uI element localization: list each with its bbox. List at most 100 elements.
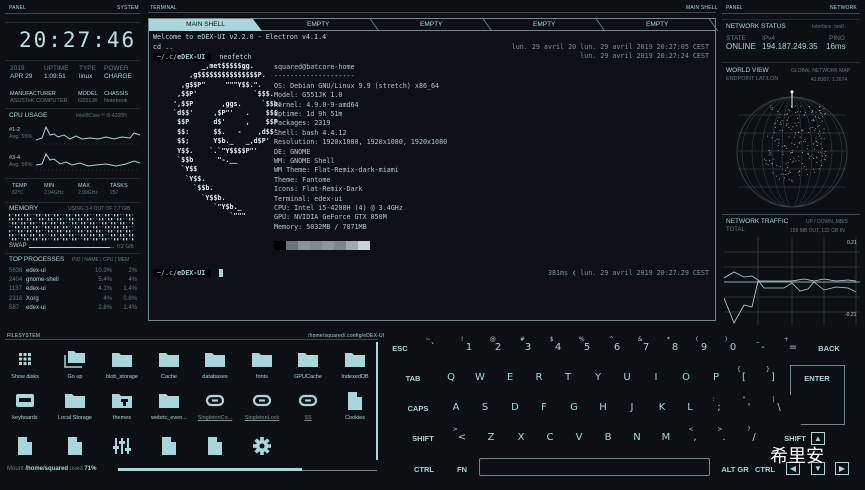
key-[interactable]: ;: <box>712 396 720 413</box>
key-c[interactable]: C <box>547 432 554 443</box>
clock: 20:27:46 <box>19 28 137 52</box>
key-l[interactable]: L <box>687 402 693 413</box>
key-k[interactable]: K <box>659 402 666 413</box>
file-item[interactable]: webrtc_even... <box>146 391 192 421</box>
key-r[interactable]: R <box>536 372 543 383</box>
key-[interactable]: ]} <box>766 366 775 383</box>
file-item[interactable]: SingletonCo... <box>192 391 238 421</box>
key-[interactable]: \ | <box>772 396 780 413</box>
key-5[interactable]: 5% <box>579 336 590 353</box>
interface: Interface: tun0 <box>812 24 844 30</box>
key-w[interactable]: W <box>475 372 485 383</box>
scrollbar[interactable] <box>376 342 378 460</box>
key-[interactable]: /? <box>747 426 755 443</box>
file-item[interactable]: Go up <box>52 350 98 380</box>
file-label: webrtc_even... <box>151 415 187 421</box>
file-item[interactable]: keyboards <box>2 391 48 421</box>
file-item[interactable]: blob_storage <box>99 350 145 380</box>
key-[interactable]: < > <box>453 426 466 443</box>
key-back[interactable]: BACK <box>818 344 840 353</box>
tab-main-shell[interactable]: MAIN SHELL <box>149 19 262 31</box>
file-item[interactable]: themes <box>99 391 145 421</box>
key-g[interactable]: G <box>570 402 578 413</box>
file-item[interactable] <box>146 436 192 456</box>
file-item[interactable]: GPUCache <box>285 350 331 380</box>
key-2[interactable]: 2 @ <box>490 336 501 353</box>
key-b[interactable]: B <box>605 432 612 443</box>
file-item[interactable]: Cookies <box>332 391 378 421</box>
key-[interactable]: ' " <box>743 396 751 413</box>
file-item[interactable] <box>52 436 98 456</box>
key-caps[interactable]: CAPS <box>408 404 429 413</box>
prompt-line[interactable]: ~/.c/eDEX-UI <box>153 269 224 277</box>
key-[interactable]: = + <box>784 336 797 353</box>
key-a[interactable]: A <box>453 402 460 413</box>
tab-empty-4[interactable]: EMPTY <box>596 19 719 31</box>
key-t[interactable]: T <box>565 372 571 383</box>
key-d[interactable]: D <box>511 402 519 413</box>
key-fn[interactable]: FN <box>457 465 467 474</box>
file-item[interactable]: Show disks <box>2 350 48 380</box>
file-item[interactable]: SingletonLock <box>239 391 285 421</box>
key-e[interactable]: E <box>507 372 513 383</box>
key-f[interactable]: F <box>541 402 547 413</box>
key-z[interactable]: Z <box>488 432 495 443</box>
key-[interactable]: , < <box>688 426 696 443</box>
file-item[interactable]: Cache <box>146 350 192 380</box>
terminal-window[interactable]: MAIN SHELL EMPTY EMPTY EMPTY EMPTY Welcome t… <box>148 18 719 321</box>
tab-empty-1[interactable]: EMPTY <box>257 19 380 31</box>
file-item[interactable] <box>2 436 48 456</box>
key-9[interactable]: 9( <box>696 336 707 353</box>
key-n[interactable]: N <box>633 432 640 443</box>
key-[interactable]: . > <box>717 426 725 443</box>
color-swatch <box>358 241 370 250</box>
file-item[interactable] <box>99 436 145 456</box>
file-item[interactable]: IndexedDB <box>332 350 378 380</box>
key-3[interactable]: 3 # <box>520 336 531 353</box>
key-u[interactable]: U <box>623 372 630 383</box>
icon-folder-icon <box>239 350 285 370</box>
key-x[interactable]: X <box>518 432 525 443</box>
file-item[interactable]: SS <box>285 391 331 421</box>
key-ctrl[interactable]: CTRL <box>414 465 434 474</box>
key-enter[interactable]: ENTER <box>804 374 829 383</box>
key-y[interactable]: Y <box>595 372 601 383</box>
top-processes-title: TOP PROCESSES <box>9 256 65 263</box>
key-1[interactable]: 1! <box>461 336 472 353</box>
process-name[interactable]: edex-ui <box>26 268 46 274</box>
key-[interactable]: [{ <box>737 366 746 383</box>
key-esc[interactable]: ESC <box>392 344 407 353</box>
key-s[interactable]: S <box>482 402 488 413</box>
key-shift[interactable]: SHIFT <box>412 434 434 443</box>
key-j[interactable]: J <box>631 402 634 413</box>
key-q[interactable]: Q <box>447 372 455 383</box>
key-[interactable]: ` ~ <box>426 336 436 353</box>
file-item[interactable]: databases <box>192 350 238 380</box>
key-0[interactable]: 0) <box>725 336 736 353</box>
key-i[interactable]: I <box>655 372 658 383</box>
file-item[interactable] <box>239 436 285 456</box>
key-o[interactable]: O <box>682 372 690 383</box>
process-name[interactable]: edex-ui <box>26 286 46 292</box>
process-name[interactable]: gnome-shell <box>26 277 59 283</box>
tab-empty-3[interactable]: EMPTY <box>483 19 606 31</box>
key-6[interactable]: 6 ^ <box>609 336 620 353</box>
file-item[interactable] <box>192 436 238 456</box>
key-7[interactable]: 7 & <box>638 336 649 353</box>
key-4[interactable]: 4 $ <box>550 336 561 353</box>
key-8[interactable]: 8 * <box>667 336 678 353</box>
key-tab[interactable]: TAB <box>406 374 421 383</box>
key-p[interactable]: P <box>713 372 719 383</box>
key-altgr[interactable]: ALT GR <box>721 465 748 474</box>
process-name[interactable]: Xorg <box>26 296 39 302</box>
process-name[interactable]: edex-ui <box>26 305 46 311</box>
key-[interactable]: - _ <box>756 336 765 353</box>
file-item[interactable]: fonts <box>239 350 285 380</box>
key-h[interactable]: H <box>599 402 607 413</box>
space-key[interactable] <box>479 458 710 476</box>
tab-empty-2[interactable]: EMPTY <box>370 19 493 31</box>
key-m[interactable]: M <box>662 432 671 443</box>
arrow-right-key[interactable]: ▶ <box>835 462 849 475</box>
key-v[interactable]: V <box>576 432 583 443</box>
file-item[interactable]: Local Storage <box>52 391 98 421</box>
